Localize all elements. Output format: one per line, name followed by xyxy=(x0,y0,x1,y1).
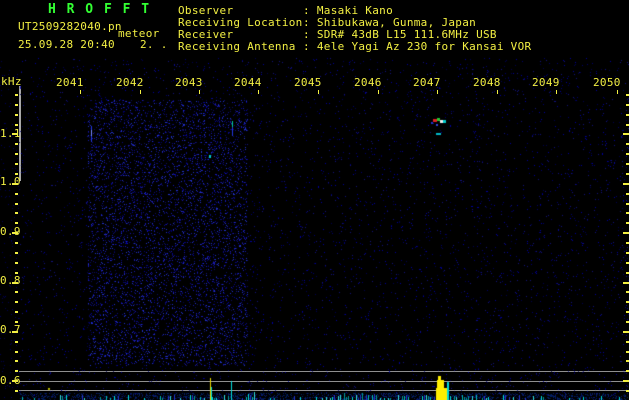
time-tick xyxy=(437,90,438,94)
counter-label: 2. . xyxy=(140,38,168,51)
info-label-antenna: Receiving Antenna xyxy=(178,40,296,53)
freq-axis-unit: kHz xyxy=(1,75,22,88)
freq-tick xyxy=(15,203,18,205)
freq-tick xyxy=(623,133,629,135)
freq-tick xyxy=(623,183,629,185)
freq-tick xyxy=(12,282,18,284)
time-label: 2046 xyxy=(354,76,382,89)
freq-tick xyxy=(15,311,18,313)
info-label-location: Receiving Location xyxy=(178,16,303,29)
freq-label: 0.7 xyxy=(0,323,21,336)
time-tick xyxy=(258,90,259,94)
time-tick xyxy=(318,90,319,94)
freq-tick xyxy=(15,390,18,392)
filename-label: UT2509282040.pn xyxy=(18,20,122,33)
time-tick xyxy=(617,90,618,94)
freq-tick xyxy=(623,331,629,333)
time-label: 2044 xyxy=(234,76,262,89)
info-label-observer: Observer xyxy=(178,4,234,17)
time-label: 2042 xyxy=(116,76,144,89)
freq-tick xyxy=(15,222,18,224)
info-label-receiver: Receiver xyxy=(178,28,234,41)
freq-tick xyxy=(15,143,18,145)
freq-tick xyxy=(15,173,18,175)
freq-tick xyxy=(12,331,18,333)
freq-tick xyxy=(12,380,18,382)
freq-tick xyxy=(15,153,18,155)
freq-tick xyxy=(15,301,18,303)
time-label: 2049 xyxy=(532,76,560,89)
time-label: 2050 xyxy=(593,76,621,89)
info-value-antenna: : 4ele Yagi Az 230 for Kansai VOR xyxy=(303,40,532,53)
freq-tick xyxy=(15,193,18,195)
freq-tick xyxy=(15,104,18,106)
label-layer: H R O F F T UT2509282040.pn meteor 25.09… xyxy=(0,0,629,400)
freq-tick xyxy=(12,133,18,135)
time-tick xyxy=(378,90,379,94)
freq-tick xyxy=(15,114,18,116)
info-value-receiver: : SDR# 43dB L15 111.6MHz USB xyxy=(303,28,497,41)
freq-label: 0.8 xyxy=(0,274,21,287)
freq-tick xyxy=(15,272,18,274)
hrofft-screen: H R O F F T UT2509282040.pn meteor 25.09… xyxy=(0,0,629,400)
time-tick xyxy=(80,90,81,94)
freq-tick xyxy=(15,94,18,96)
time-label: 2047 xyxy=(413,76,441,89)
freq-tick xyxy=(15,262,18,264)
info-value-location: : Shibukawa, Gunma, Japan xyxy=(303,16,477,29)
app-title: H R O F F T xyxy=(48,2,151,17)
freq-tick xyxy=(15,124,18,126)
freq-tick xyxy=(12,232,18,234)
freq-tick xyxy=(15,252,18,254)
time-label: 2041 xyxy=(56,76,84,89)
freq-tick xyxy=(623,282,629,284)
freq-tick xyxy=(15,291,18,293)
freq-tick xyxy=(623,380,629,382)
time-tick xyxy=(140,90,141,94)
time-tick xyxy=(497,90,498,94)
freq-tick xyxy=(15,360,18,362)
time-tick xyxy=(199,90,200,94)
info-value-observer: : Masaki Kano xyxy=(303,4,393,17)
freq-tick xyxy=(15,351,18,353)
freq-tick xyxy=(623,232,629,234)
freq-tick xyxy=(15,370,18,372)
freq-tick xyxy=(15,321,18,323)
freq-tick xyxy=(12,183,18,185)
datetime-label: 25.09.28 20:40 xyxy=(18,38,115,51)
time-tick xyxy=(556,90,557,94)
time-label: 2043 xyxy=(175,76,203,89)
freq-tick xyxy=(15,341,18,343)
freq-tick xyxy=(15,163,18,165)
freq-tick xyxy=(15,242,18,244)
freq-label: 1.0 xyxy=(0,175,21,188)
time-label: 2045 xyxy=(294,76,322,89)
time-label: 2048 xyxy=(473,76,501,89)
freq-tick xyxy=(15,212,18,214)
